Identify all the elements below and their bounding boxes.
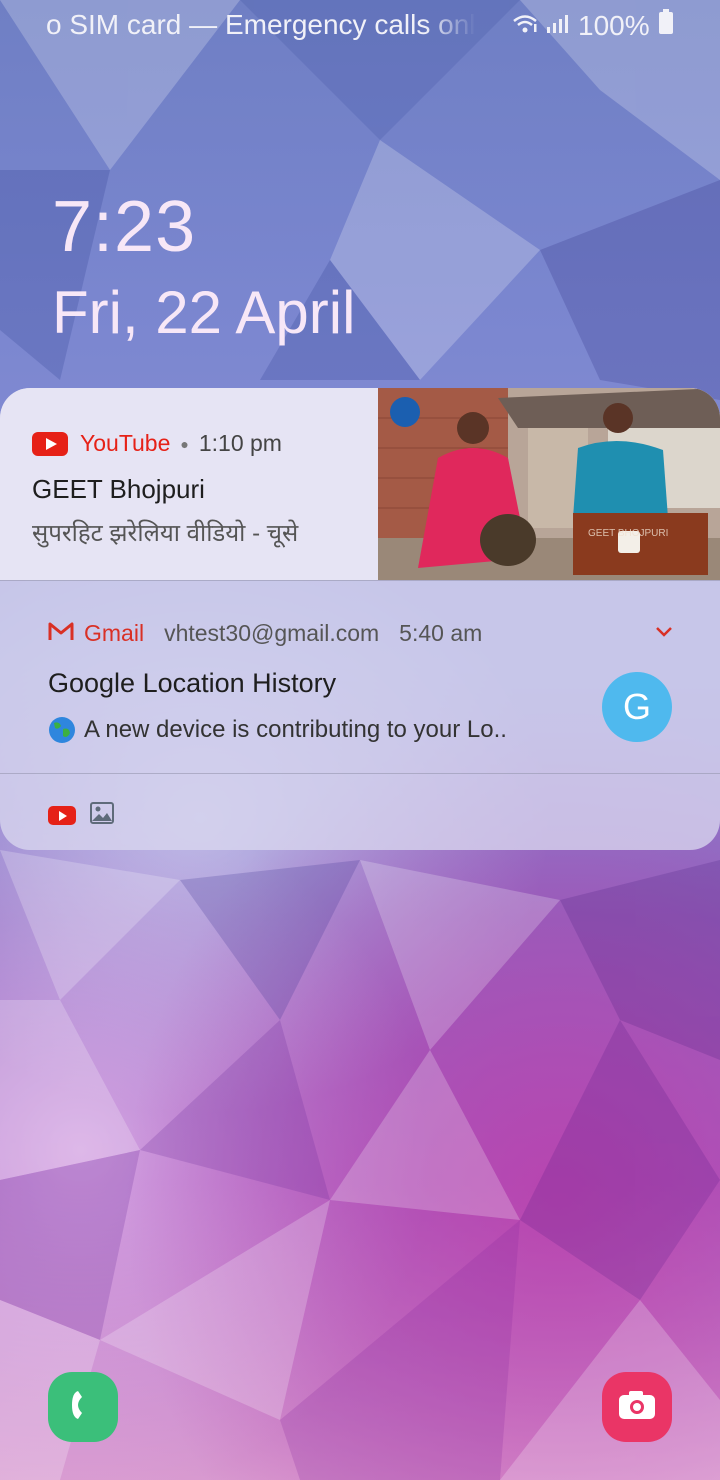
camera-icon (617, 1389, 657, 1426)
youtube-icon (48, 806, 76, 825)
camera-shortcut-button[interactable] (602, 1372, 672, 1442)
lock-clock: 7:23 (52, 187, 197, 267)
signal-icon (546, 10, 570, 42)
phone-icon (68, 1387, 98, 1428)
status-icons: 100% (512, 9, 674, 42)
notification-title: GEET Bhojpuri (32, 474, 205, 504)
avatar: G (602, 672, 672, 742)
notification-title: Google Location History (48, 668, 337, 698)
phone-shortcut-button[interactable] (48, 1372, 118, 1442)
carrier-text: o SIM card — Emergency calls only (46, 9, 476, 40)
notification-time: 5:40 am (399, 620, 483, 646)
account-email: vhtest30@gmail.com (164, 620, 380, 646)
thumbnail-watermark: GEET BHOJPURI (588, 528, 668, 539)
app-name: YouTube (80, 430, 171, 456)
divider (0, 773, 720, 774)
youtube-icon (32, 431, 68, 456)
image-icon (90, 802, 114, 829)
notification-text-row: A new device is contributing to your Lo.… (48, 716, 568, 744)
globe-icon (48, 716, 76, 744)
battery-full-icon (658, 9, 674, 42)
notification-text: सुपरहिट झरेलिया वीडियो - चूसे (32, 520, 299, 547)
notification-header: YouTube ● 1:10 pm (32, 430, 282, 457)
separator-dot: ● (180, 435, 189, 452)
youtube-notification[interactable]: YouTube ● 1:10 pm GEET Bhojpuri सुपरहिट … (0, 388, 720, 580)
gmail-icon (48, 620, 74, 647)
lock-date: Fri, 22 April (52, 279, 356, 346)
divider (0, 580, 720, 581)
notification-header: Gmail vhtest30@gmail.com 5:40 am (48, 620, 482, 647)
chevron-down-icon[interactable] (654, 624, 674, 643)
notification-time: 1:10 pm (198, 430, 282, 456)
video-thumbnail[interactable]: GEET BHOJPURI (378, 388, 720, 580)
wifi-icon (512, 10, 538, 42)
status-bar: o SIM card — Emergency calls only 100% (0, 0, 720, 50)
battery-percent: 100% (578, 9, 650, 41)
notification-text: A new device is contributing to your Lo.… (84, 716, 507, 743)
app-name: Gmail (84, 620, 145, 646)
notification-app-icons[interactable] (48, 802, 114, 829)
notification-panel: YouTube ● 1:10 pm GEET Bhojpuri सुपरहिट … (0, 388, 720, 850)
